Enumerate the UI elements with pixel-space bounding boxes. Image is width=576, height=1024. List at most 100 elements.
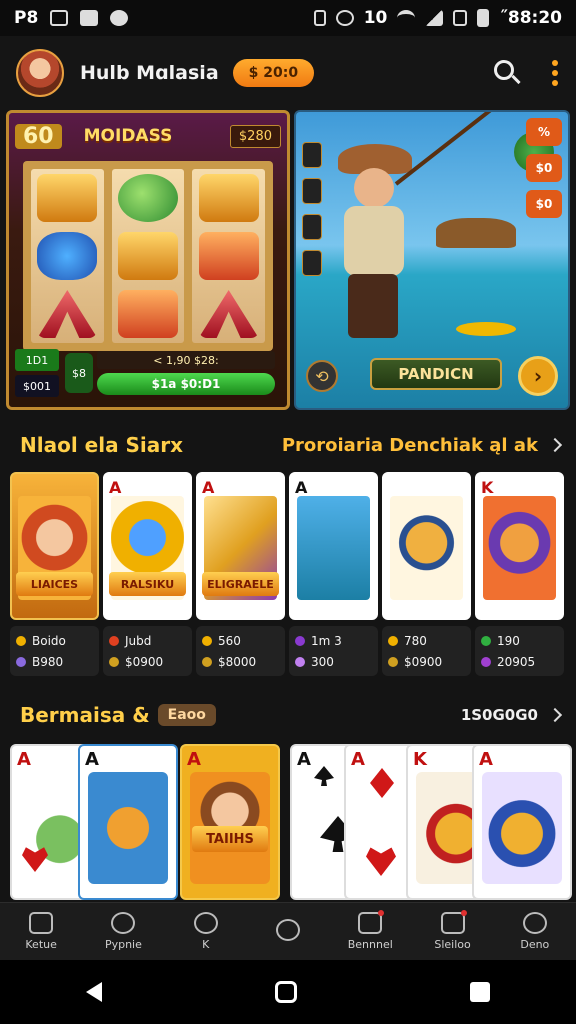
game-card[interactable]: A (78, 744, 178, 900)
bird-symbol-icon (37, 232, 98, 280)
home-button-icon[interactable] (274, 981, 297, 1003)
document-icon (358, 910, 385, 934)
section-title: Bermaisa & (20, 703, 150, 727)
featured-banners: 60 MOIDASS $280 1D1 $001 $8 < 1,90 $28: … (6, 110, 570, 410)
replay-button[interactable]: ⟲ (306, 360, 338, 392)
game-card[interactable]: A TAIIHS (180, 744, 280, 900)
gem-icon (295, 635, 305, 646)
chevron-right-icon[interactable] (547, 707, 563, 723)
reel (111, 169, 185, 343)
nav-profile[interactable]: Deno (494, 903, 576, 960)
nav-bonus[interactable]: Bennnel (329, 903, 411, 960)
nfc-icon (313, 10, 326, 26)
fishing-banner[interactable]: % $0 $0 ⟲ PANDICN › (294, 110, 570, 410)
section-subtitle[interactable]: Proroiaria Denchiak ąl ak (282, 435, 538, 456)
side-slot-icon[interactable] (302, 250, 322, 276)
game-card[interactable]: A ELIGRAELE (196, 472, 285, 620)
slot-tag: $280 (229, 124, 281, 148)
system-navigation-bar (0, 960, 576, 1024)
bluetooth-icon (335, 10, 354, 26)
coin-icon (202, 635, 212, 646)
fish-symbol-icon (117, 174, 178, 222)
section-right-value[interactable]: 1S0G0G0 (461, 706, 538, 724)
gem-icon (16, 656, 26, 667)
coin-icon (388, 635, 398, 646)
user-icon (522, 912, 547, 934)
card-rank: A (109, 478, 122, 497)
more-menu-button[interactable] (550, 60, 560, 86)
back-icon[interactable] (86, 982, 103, 1002)
game-stat: Boido B980 (10, 626, 99, 676)
status-left-text: P8 (14, 8, 39, 28)
fish-side-button[interactable]: $0 (526, 190, 562, 218)
signal-icon (425, 10, 444, 26)
game-card[interactable]: A RALSIKU (103, 472, 192, 620)
letter-a-symbol-icon (37, 290, 98, 338)
avatar[interactable] (16, 49, 64, 97)
game-stat: 1m 3 300 (289, 626, 378, 676)
coin-balance-pill[interactable]: $ 20:0 (232, 59, 315, 87)
more-vertical-icon (552, 60, 558, 66)
app-header: Hulb Mɑlasia $ 20:0 (0, 36, 576, 110)
bottom-navigation: Ketue Pypnie K Bennnel Sleiloo Deno (0, 902, 576, 960)
home-icon (29, 912, 54, 934)
game-card[interactable]: A (472, 744, 572, 900)
game-stat: 190 20905 (475, 626, 564, 676)
word-symbol-icon (37, 174, 98, 222)
slot-mini-button[interactable]: $8 (65, 353, 93, 393)
game-card[interactable]: LIAICES (10, 472, 99, 620)
card-rank: A (187, 749, 201, 770)
game-card-label: RALSIKU (109, 572, 186, 596)
coin-icon (16, 635, 26, 646)
game-card[interactable] (382, 472, 471, 620)
coins-icon (388, 656, 398, 667)
game-card-label: ELIGRAELE (202, 572, 279, 596)
playing-card-row: A A A TAIIHS A A K A (10, 744, 572, 902)
nav-popular[interactable]: Pypnie (82, 903, 164, 960)
side-slot-icon[interactable] (302, 178, 322, 204)
side-slot-icon[interactable] (302, 142, 322, 168)
slot-banner[interactable]: 60 MOIDASS $280 1D1 $001 $8 < 1,90 $28: … (6, 110, 290, 410)
side-slot-icon[interactable] (302, 214, 322, 240)
nav-home[interactable]: Ketue (0, 903, 82, 960)
coins-icon (202, 656, 212, 667)
card-rank: A (297, 749, 311, 770)
game-card-label: TAIIHS (192, 826, 268, 852)
recents-icon[interactable] (469, 982, 490, 1002)
game-card[interactable]: K (475, 472, 564, 620)
slot-bet[interactable]: 1D1 (15, 349, 59, 371)
fish-side-button[interactable]: % (526, 118, 562, 146)
video-icon (80, 10, 99, 26)
section-header: Nlaol ela Siarx Proroiaria Denchiak ąl a… (20, 430, 563, 460)
gallery-icon (50, 10, 69, 26)
card-rank: A (479, 749, 493, 770)
game-stat: Jubd $0900 (103, 626, 192, 676)
card-rank: A (351, 749, 365, 770)
shazam-icon (110, 10, 129, 26)
next-banner-button[interactable]: › (518, 356, 558, 396)
nav-studio[interactable]: Sleiloo (411, 903, 493, 960)
word-symbol-icon (117, 232, 178, 280)
heart-icon (366, 847, 396, 876)
fishing-action-button[interactable]: PANDICN (370, 358, 502, 390)
chevron-right-icon[interactable] (547, 437, 563, 453)
slot-balance: $001 (15, 375, 59, 397)
card-rank: A (17, 749, 31, 770)
slot-title: MOIDASS (83, 126, 173, 146)
game-card[interactable]: A (289, 472, 378, 620)
section-badge[interactable]: Eaoo (157, 704, 216, 726)
coins-icon (456, 322, 516, 336)
nav-k[interactable]: K (165, 903, 247, 960)
slot-coin-value: 60 (15, 123, 62, 149)
search-button[interactable] (490, 57, 522, 89)
spin-button[interactable]: $1a $0:D1 (97, 373, 275, 395)
reel (192, 169, 265, 343)
game-stat: 780 $0900 (382, 626, 471, 676)
card-rank: A (85, 749, 99, 770)
battery-icon (477, 9, 490, 27)
spade-icon (314, 766, 334, 786)
fish-side-button[interactable]: $0 (526, 154, 562, 182)
nav-search[interactable] (247, 903, 329, 960)
wifi-icon (397, 10, 416, 26)
gem-icon (481, 635, 491, 646)
